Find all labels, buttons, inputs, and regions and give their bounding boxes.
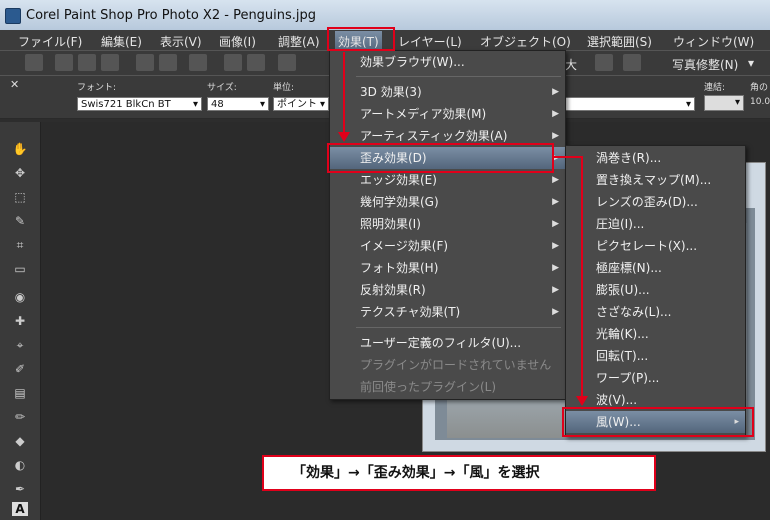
arrow-line-2	[554, 156, 583, 398]
annotation-arrows	[338, 52, 588, 406]
instruction-callout: 「効果」→「歪み効果」→「風」を選択	[262, 455, 656, 491]
arrow-head-2	[576, 396, 588, 406]
arrow-head-1	[338, 132, 350, 142]
